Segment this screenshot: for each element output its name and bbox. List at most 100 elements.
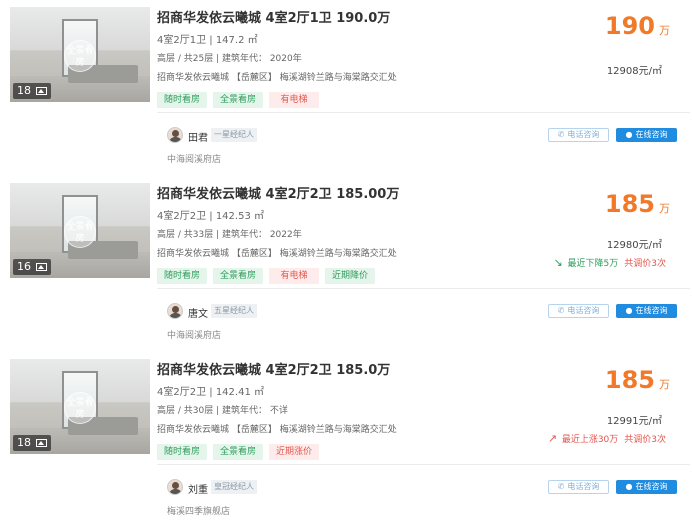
vr-tour-badge[interactable]: 全景看房 xyxy=(64,216,96,248)
online-consult-button[interactable]: ● 在线咨询 xyxy=(616,128,677,142)
online-consult-label: 在线咨询 xyxy=(635,306,668,315)
feature-tag: 全景看房 xyxy=(213,444,263,460)
adjust-count: 共调价3次 xyxy=(624,259,666,269)
price-unit: 万 xyxy=(659,378,670,391)
trend-text: 最近上涨30万 xyxy=(561,435,619,445)
listing-tags: 随时看房 全景看房 有电梯 近期降价 xyxy=(157,263,381,284)
listing-floor-info: 高层 / 共25层 | 建筑年代： 2020年 xyxy=(157,54,302,64)
listing-address: 招商华发依云曦城 【岳麓区】 梅溪湖铃兰路与海棠路交汇处 xyxy=(157,73,397,83)
price-unit: 万 xyxy=(659,24,670,37)
image-icon xyxy=(36,439,47,447)
listing-floor-info: 高层 / 共33层 | 建筑年代： 2022年 xyxy=(157,230,302,240)
photo-count-badge: 18 xyxy=(13,83,51,99)
total-price: 185 万 xyxy=(605,366,670,394)
agent-store: 梅溪四季旗舰店 xyxy=(167,507,231,517)
agent-store: 中海阅溪府店 xyxy=(167,155,222,165)
listing-floor-info: 高层 / 共30层 | 建筑年代： 不详 xyxy=(157,406,288,416)
avatar-body xyxy=(169,137,182,142)
unit-price: 12980元/㎡ xyxy=(606,240,662,251)
feature-tag: 全景看房 xyxy=(213,92,263,108)
listing-specs: 4室2厅1卫 | 147.2 ㎡ xyxy=(157,35,258,46)
photo-count: 18 xyxy=(17,84,31,97)
agent-level-badge: 皇冠经纪人 xyxy=(211,480,257,494)
vr-tour-badge[interactable]: 全景看房 xyxy=(64,40,96,72)
listing-address: 招商华发依云曦城 【岳麓区】 梅溪湖铃兰路与海棠路交汇处 xyxy=(157,425,397,435)
agent-level-badge: 一星经纪人 xyxy=(211,128,257,142)
feature-tag: 全景看房 xyxy=(213,268,263,284)
listing-address: 招商华发依云曦城 【岳麓区】 梅溪湖铃兰路与海棠路交汇处 xyxy=(157,249,397,259)
avatar[interactable] xyxy=(167,479,183,495)
feature-tag: 随时看房 xyxy=(157,268,207,284)
avatar-head xyxy=(172,482,179,489)
price-trend: ↘ 最近下降5万 共调价3次 xyxy=(554,256,666,269)
phone-consult-label: 电话咨询 xyxy=(567,306,600,315)
listing-card[interactable]: 全景看房 16 招商华发依云曦城 4室2厅2卫 185.00万 4室2厅2卫 |… xyxy=(0,176,692,351)
listing-card[interactable]: 全景看房 18 招商华发依云曦城 4室2厅1卫 190.0万 4室2厅1卫 | … xyxy=(0,0,692,175)
chat-bubble-icon: ● xyxy=(625,306,633,315)
avatar-head xyxy=(172,306,179,313)
listing-card[interactable]: 全景看房 18 招商华发依云曦城 4室2厅2卫 185.0万 4室2厅2卫 | … xyxy=(0,352,692,521)
photo-count: 18 xyxy=(17,436,31,449)
phone-consult-button[interactable]: ✆ 电话咨询 xyxy=(548,480,609,494)
phone-consult-button[interactable]: ✆ 电话咨询 xyxy=(548,304,609,318)
agent-level-badge: 五星经纪人 xyxy=(211,304,257,318)
feature-tag: 随时看房 xyxy=(157,444,207,460)
photo-count: 16 xyxy=(17,260,31,273)
feature-tag: 有电梯 xyxy=(269,268,319,284)
listing-list: 全景看房 18 招商华发依云曦城 4室2厅1卫 190.0万 4室2厅1卫 | … xyxy=(0,0,692,521)
trend-text: 最近下降5万 xyxy=(567,259,619,269)
price-value: 190 xyxy=(604,12,655,40)
listing-photo[interactable]: 全景看房 18 xyxy=(10,7,150,102)
chat-bubble-icon: ● xyxy=(625,482,633,491)
phone-icon: ✆ xyxy=(557,130,565,139)
card-divider xyxy=(157,112,690,113)
avatar[interactable] xyxy=(167,303,183,319)
listing-tags: 随时看房 全景看房 近期涨价 xyxy=(157,439,325,460)
vr-tour-badge[interactable]: 全景看房 xyxy=(64,392,96,424)
price-value: 185 xyxy=(604,366,655,394)
adjust-count: 共调价3次 xyxy=(624,435,666,445)
vr-tour-label: 全景看房 xyxy=(66,398,94,420)
card-divider xyxy=(157,288,690,289)
avatar-body xyxy=(169,489,182,494)
feature-tag: 近期降价 xyxy=(325,268,375,284)
listing-photo[interactable]: 全景看房 16 xyxy=(10,183,150,278)
listing-title[interactable]: 招商华发依云曦城 4室2厅2卫 185.00万 xyxy=(157,183,399,202)
image-icon xyxy=(36,87,47,95)
vr-tour-label: 全景看房 xyxy=(66,222,94,244)
avatar-head xyxy=(172,130,179,137)
photo-count-badge: 16 xyxy=(13,259,51,275)
phone-icon: ✆ xyxy=(557,306,565,315)
listing-specs: 4室2厅2卫 | 142.53 ㎡ xyxy=(157,211,264,222)
phone-icon: ✆ xyxy=(557,482,565,491)
card-divider xyxy=(157,464,690,465)
online-consult-button[interactable]: ● 在线咨询 xyxy=(616,304,677,318)
avatar[interactable] xyxy=(167,127,183,143)
trend-down-icon: ↘ xyxy=(553,256,563,269)
unit-price: 12991元/㎡ xyxy=(606,416,662,427)
phone-consult-button[interactable]: ✆ 电话咨询 xyxy=(548,128,609,142)
listing-specs: 4室2厅2卫 | 142.41 ㎡ xyxy=(157,387,264,398)
price-trend: ↗ 最近上涨30万 共调价3次 xyxy=(548,432,666,445)
listing-title[interactable]: 招商华发依云曦城 4室2厅2卫 185.0万 xyxy=(157,359,390,378)
vr-tour-label: 全景看房 xyxy=(66,46,94,68)
phone-consult-label: 电话咨询 xyxy=(567,482,600,491)
image-icon xyxy=(36,263,47,271)
chat-bubble-icon: ● xyxy=(625,130,633,139)
agent-store: 中海阅溪府店 xyxy=(167,331,222,341)
price-unit: 万 xyxy=(659,202,670,215)
feature-tag: 随时看房 xyxy=(157,92,207,108)
total-price: 185 万 xyxy=(605,190,670,218)
agent-name[interactable]: 田君 xyxy=(188,129,208,144)
avatar-body xyxy=(169,313,182,318)
photo-count-badge: 18 xyxy=(13,435,51,451)
online-consult-button[interactable]: ● 在线咨询 xyxy=(616,480,677,494)
listing-tags: 随时看房 全景看房 有电梯 xyxy=(157,87,325,108)
trend-up-icon: ↗ xyxy=(547,432,558,445)
listing-photo[interactable]: 全景看房 18 xyxy=(10,359,150,454)
agent-name[interactable]: 唐文 xyxy=(188,305,208,320)
listing-title[interactable]: 招商华发依云曦城 4室2厅1卫 190.0万 xyxy=(157,7,390,26)
price-value: 185 xyxy=(604,190,655,218)
agent-name[interactable]: 刘重 xyxy=(188,481,208,496)
online-consult-label: 在线咨询 xyxy=(635,482,668,491)
